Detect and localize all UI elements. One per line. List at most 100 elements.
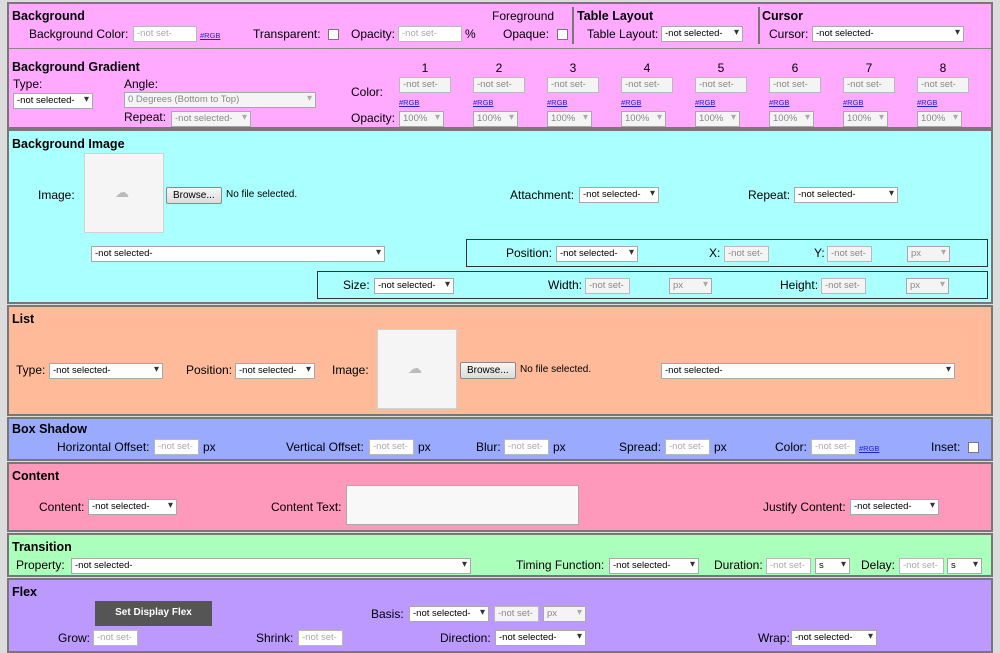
- list-image-browse-button[interactable]: Browse...: [460, 362, 516, 379]
- cursor-select[interactable]: -not selected-: [812, 26, 964, 42]
- gradient-stop-color-input[interactable]: -not set-: [843, 77, 895, 93]
- bg-repeat-select[interactable]: -not selected-: [794, 187, 898, 203]
- attachment-select[interactable]: -not selected-: [579, 187, 659, 203]
- gradient-stop-opacity-select[interactable]: 100%: [917, 111, 962, 127]
- bg-image-library-select[interactable]: -not selected-: [91, 246, 385, 262]
- shrink-input[interactable]: -not set-: [298, 630, 343, 646]
- position-unit-select[interactable]: px: [907, 246, 950, 262]
- content-select[interactable]: -not selected-: [88, 499, 177, 515]
- h-offset-input[interactable]: -not set-: [154, 439, 199, 455]
- list-image-filename: No file selected.: [520, 364, 592, 375]
- timing-function-select[interactable]: -not selected-: [609, 558, 699, 574]
- position-x-input[interactable]: -not set-: [724, 246, 769, 262]
- flex-panel: Flex Set Display Flex Basis: -not select…: [7, 578, 993, 653]
- background-color-rgb-link[interactable]: #RGB: [200, 31, 220, 40]
- gradient-type-select[interactable]: -not selected-: [13, 93, 93, 109]
- timing-function-label: Timing Function:: [516, 558, 605, 572]
- wrap-select[interactable]: -not selected-: [791, 630, 877, 646]
- bg-image-label: Image:: [38, 188, 75, 202]
- gradient-stop-rgb-link[interactable]: #RGB: [621, 98, 641, 107]
- gradient-stop-rgb-link[interactable]: #RGB: [769, 98, 789, 107]
- list-type-select[interactable]: -not selected-: [49, 363, 163, 379]
- content-panel: Content Content: -not selected- Content …: [7, 462, 993, 532]
- gradient-stop-color-input[interactable]: -not set-: [917, 77, 969, 93]
- position-y-input[interactable]: -not set-: [827, 246, 872, 262]
- gradient-title: Background Gradient: [12, 60, 140, 74]
- gradient-stop-rgb-link[interactable]: #RGB: [843, 98, 863, 107]
- delay-input[interactable]: -not set-: [899, 558, 944, 574]
- gradient-stop-opacity-select[interactable]: 100%: [769, 111, 814, 127]
- gradient-stop-color-input[interactable]: -not set-: [473, 77, 525, 93]
- gradient-stop-color-input[interactable]: -not set-: [399, 77, 451, 93]
- gradient-stop-opacity-select[interactable]: 100%: [399, 111, 444, 127]
- opaque-checkbox[interactable]: [557, 29, 568, 40]
- size-select[interactable]: -not selected-: [374, 278, 454, 294]
- gradient-stop-rgb-link[interactable]: #RGB: [473, 98, 493, 107]
- gradient-stop-rgb-link[interactable]: #RGB: [547, 98, 567, 107]
- gradient-stop-color-input[interactable]: -not set-: [547, 77, 599, 93]
- gradient-angle-label: Angle:: [124, 77, 159, 91]
- duration-unit-select[interactable]: s: [815, 558, 850, 574]
- gradient-stop-number: 3: [569, 61, 577, 75]
- grow-input[interactable]: -not set-: [93, 630, 138, 646]
- transparent-checkbox[interactable]: [328, 29, 339, 40]
- justify-content-select[interactable]: -not selected-: [850, 499, 939, 515]
- list-position-select[interactable]: -not selected-: [235, 363, 315, 379]
- gradient-angle-select[interactable]: 0 Degrees (Bottom to Top): [124, 92, 316, 108]
- background-opacity-input[interactable]: -not set-: [398, 26, 462, 42]
- list-type-label: Type:: [16, 363, 46, 377]
- position-select[interactable]: -not selected-: [556, 246, 638, 262]
- gradient-stop-color-input[interactable]: -not set-: [695, 77, 747, 93]
- delay-unit-select[interactable]: s: [947, 558, 982, 574]
- gradient-stop-opacity-select[interactable]: 100%: [843, 111, 888, 127]
- list-image-library-select[interactable]: -not selected-: [661, 363, 955, 379]
- background-color-input[interactable]: -not set-: [133, 26, 197, 42]
- height-label: Height:: [780, 278, 819, 292]
- shadow-color-rgb-link[interactable]: #RGB: [859, 444, 879, 453]
- width-input[interactable]: -not set-: [585, 278, 630, 294]
- gradient-stop-color-input[interactable]: -not set-: [621, 77, 673, 93]
- property-label: Property:: [16, 558, 65, 572]
- blur-input[interactable]: -not set-: [504, 439, 549, 455]
- h-offset-label: Horizontal Offset:: [57, 440, 150, 454]
- image-placeholder-icon: ☁: [408, 360, 422, 376]
- basis-unit-select[interactable]: px: [543, 606, 586, 622]
- width-unit-select[interactable]: px: [669, 278, 712, 294]
- h-offset-unit: px: [203, 440, 216, 454]
- table-layout-select[interactable]: -not selected-: [661, 26, 743, 42]
- v-offset-input[interactable]: -not set-: [369, 439, 414, 455]
- gradient-stop-opacity-select[interactable]: 100%: [621, 111, 666, 127]
- content-label: Content:: [39, 500, 85, 514]
- inset-label: Inset:: [931, 440, 961, 454]
- basis-select[interactable]: -not selected-: [409, 606, 489, 622]
- set-display-flex-button[interactable]: Set Display Flex: [95, 601, 212, 626]
- basis-input[interactable]: -not set-: [494, 606, 539, 622]
- gradient-stop-rgb-link[interactable]: #RGB: [399, 98, 419, 107]
- section-divider: [9, 48, 991, 49]
- inset-checkbox[interactable]: [968, 442, 979, 453]
- height-input[interactable]: -not set-: [821, 278, 866, 294]
- gradient-stop-rgb-link[interactable]: #RGB: [917, 98, 937, 107]
- bg-image-browse-button[interactable]: Browse...: [166, 187, 222, 204]
- list-image-preview: ☁: [377, 329, 457, 409]
- gradient-stop-opacity-select[interactable]: 100%: [473, 111, 518, 127]
- list-panel: List Type: -not selected- Position: -not…: [7, 305, 993, 416]
- gradient-stop-opacity-select[interactable]: 100%: [547, 111, 592, 127]
- property-select[interactable]: -not selected-: [71, 558, 471, 574]
- gradient-repeat-select[interactable]: -not selected-: [171, 111, 251, 127]
- shadow-color-input[interactable]: -not set-: [811, 439, 856, 455]
- width-label: Width:: [548, 278, 583, 292]
- cursor-label: Cursor:: [769, 27, 809, 41]
- delay-label: Delay:: [861, 558, 896, 572]
- content-text-area[interactable]: [346, 485, 579, 525]
- height-unit-select[interactable]: px: [906, 278, 949, 294]
- box-shadow-panel: Box Shadow Horizontal Offset: -not set- …: [7, 417, 993, 461]
- duration-input[interactable]: -not set-: [766, 558, 811, 574]
- background-opacity-label: Opacity:: [351, 27, 396, 41]
- percent-unit: %: [465, 27, 476, 41]
- spread-input[interactable]: -not set-: [665, 439, 710, 455]
- gradient-stop-color-input[interactable]: -not set-: [769, 77, 821, 93]
- gradient-stop-rgb-link[interactable]: #RGB: [695, 98, 715, 107]
- direction-select[interactable]: -not selected-: [495, 630, 586, 646]
- gradient-stop-opacity-select[interactable]: 100%: [695, 111, 740, 127]
